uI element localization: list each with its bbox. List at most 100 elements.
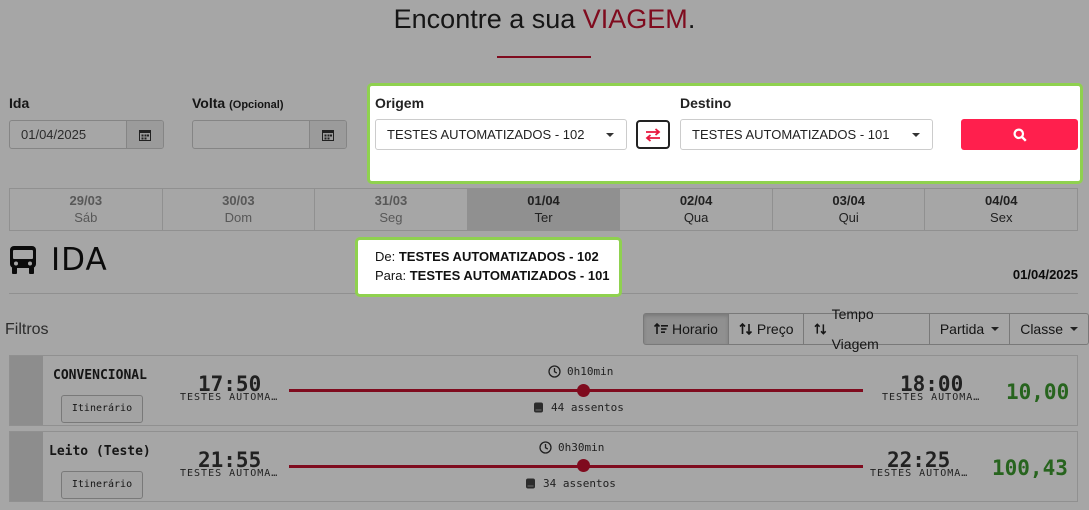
date-tab[interactable]: 31/03 Seg [315, 189, 468, 230]
volta-date-field[interactable] [192, 120, 347, 149]
date-tab-date: 03/04 [832, 193, 865, 208]
date-tab[interactable]: 02/04 Qua [620, 189, 773, 230]
itinerary-button[interactable]: Itinerário [61, 471, 143, 499]
sort-asc-icon [654, 323, 668, 334]
caret-down-icon [912, 133, 920, 137]
date-tab-date: 04/04 [984, 193, 1018, 208]
clock-icon [539, 441, 552, 454]
title-accent: VIAGEM [582, 4, 688, 34]
seat-icon [526, 478, 535, 489]
date-tab-weekday: Dom [224, 210, 253, 225]
clock-icon [548, 365, 561, 378]
destino-value: TESTES AUTOMATIZADOS - 101 [692, 127, 890, 142]
seat-icon [534, 402, 543, 413]
partida-label: Partida [939, 321, 985, 337]
classe-label: Classe [1020, 321, 1063, 337]
trip-row[interactable]: Leito (Teste) Itinerário 21:55 TESTES AUTOM… [9, 431, 1078, 502]
search-icon [1013, 128, 1027, 142]
title-underline [497, 56, 591, 58]
filters-label: Filtros [5, 321, 49, 338]
destino-label: Destino [680, 95, 732, 111]
volta-date-value[interactable] [193, 121, 309, 148]
caret-down-icon [991, 327, 1000, 331]
timeline-marker [577, 459, 590, 472]
date-tab-weekday: Qui [838, 210, 859, 225]
search-button[interactable] [961, 119, 1078, 150]
sort-updown-icon [739, 323, 752, 335]
route-to-label: Para: [375, 268, 407, 283]
trip-price: 10,00 [1006, 380, 1070, 404]
route-summary: De: TESTES AUTOMATIZADOS - 102 Para: TES… [355, 237, 622, 297]
trip-timeline [289, 389, 863, 392]
depart-place: TESTES AUTOMA… [180, 468, 279, 479]
route-from: De: TESTES AUTOMATIZADOS - 102 [375, 247, 619, 266]
trip-duration: 0h10min [548, 365, 613, 378]
date-tab-weekday: Sex [990, 210, 1013, 225]
caret-down-icon [1070, 327, 1078, 331]
trip-seats: 34 assentos [525, 477, 616, 490]
sort-bar: Horario Preço Tempo Viagem Partida Class… [643, 306, 1089, 352]
origem-value: TESTES AUTOMATIZADOS - 102 [387, 127, 585, 142]
itinerary-button[interactable]: Itinerário [61, 395, 143, 423]
timeline-marker [577, 384, 590, 397]
trip-class: Leito (Teste) [49, 444, 151, 459]
ida-date-field[interactable]: 01/04/2025 [9, 120, 164, 149]
sort-updown-icon [814, 323, 827, 335]
origem-select[interactable]: TESTES AUTOMATIZADOS - 102 [375, 119, 627, 150]
ida-date-value[interactable]: 01/04/2025 [10, 121, 126, 148]
trip-seats-text: 44 assentos [551, 401, 624, 414]
page-title: Encontre a sua VIAGEM. [0, 4, 1089, 35]
trip-seats: 44 assentos [533, 401, 624, 414]
arrive-place: TESTES AUTOMA… [882, 392, 981, 403]
caret-down-icon [606, 133, 614, 137]
date-tab-weekday: Ter [534, 210, 553, 225]
ida-label: Ida [9, 95, 30, 111]
results-heading-text: IDA [51, 242, 108, 278]
trip-stripe [10, 432, 43, 501]
calendar-icon[interactable] [309, 121, 346, 148]
date-tabs: 29/03 Sáb 30/03 Dom 31/03 Seg 01/04 Ter 02/04 Qua… [9, 188, 1078, 231]
date-tab-date: 29/03 [69, 193, 103, 208]
trip-duration-text: 0h10min [567, 365, 614, 378]
results-heading: IDA [9, 242, 108, 278]
swap-icon [645, 127, 661, 142]
date-tab-date: 31/03 [374, 193, 408, 208]
bus-icon [10, 246, 36, 274]
volta-label: Volta (Opcional) [192, 95, 283, 111]
results-date: 01/04/2025 [1012, 267, 1078, 282]
trip-row[interactable]: CONVENCIONAL Itinerário 17:50 TESTES AUTOMA… [9, 355, 1078, 426]
route-from-value: TESTES AUTOMATIZADOS - 102 [398, 249, 599, 264]
trip-class: CONVENCIONAL [53, 368, 147, 383]
sort-tempo-label: Tempo Viagem [831, 306, 879, 352]
sort-tempo-button[interactable]: Tempo Viagem [803, 306, 930, 352]
route-to-value: TESTES AUTOMATIZADOS - 101 [409, 268, 610, 283]
destino-select[interactable]: TESTES AUTOMATIZADOS - 101 [680, 119, 933, 150]
title-prefix: Encontre a sua [393, 4, 583, 34]
origem-label: Origem [375, 95, 425, 111]
date-tab-weekday: Seg [379, 210, 403, 225]
arrive-place: TESTES AUTOMA… [870, 468, 969, 479]
sort-preco-label: Preço [756, 321, 794, 337]
date-tab[interactable]: 29/03 Sáb [10, 189, 163, 230]
trip-seats-text: 34 assentos [543, 477, 616, 490]
volta-optional-text: (Opcional) [229, 99, 284, 111]
date-tab-weekday: Qua [683, 210, 709, 225]
classe-dropdown[interactable]: Classe [1009, 313, 1089, 345]
calendar-icon[interactable] [126, 121, 163, 148]
partida-dropdown[interactable]: Partida [928, 313, 1011, 345]
sort-horario-button[interactable]: Horario [643, 313, 729, 345]
date-tab-date: 30/03 [222, 193, 255, 208]
date-tab-weekday: Sáb [74, 210, 98, 225]
date-tab[interactable]: 01/04 Ter [467, 189, 621, 230]
depart-place: TESTES AUTOMA… [180, 392, 279, 403]
date-tab[interactable]: 04/04 Sex [925, 189, 1077, 230]
trip-stripe [10, 356, 43, 425]
route-to: Para: TESTES AUTOMATIZADOS - 101 [375, 266, 619, 285]
sort-preco-button[interactable]: Preço [727, 313, 805, 345]
date-tab-date: 01/04 [527, 193, 560, 208]
title-suffix: . [687, 4, 696, 34]
swap-button[interactable] [636, 120, 670, 149]
date-tab[interactable]: 30/03 Dom [163, 189, 316, 230]
date-tab[interactable]: 03/04 Qui [773, 189, 926, 230]
date-tab-date: 02/04 [679, 193, 713, 208]
